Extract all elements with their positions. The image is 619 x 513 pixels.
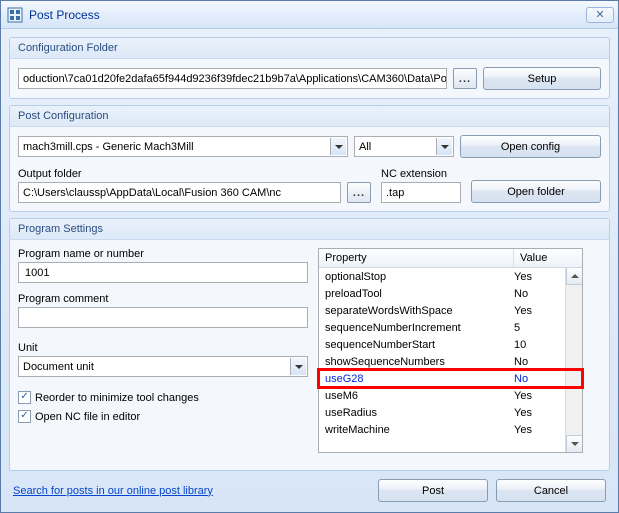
program-name-label: Program name or number: [18, 248, 308, 260]
output-folder-label: Output folder: [18, 168, 371, 180]
column-property[interactable]: Property: [319, 249, 514, 267]
post-config-header: Post Configuration: [10, 106, 609, 127]
table-row[interactable]: useRadiusYes: [319, 404, 582, 421]
table-row[interactable]: useG28No: [319, 370, 582, 387]
titlebar: Post Process ✕: [1, 1, 618, 29]
arrow-up-icon: [571, 274, 579, 278]
table-row[interactable]: preloadToolNo: [319, 285, 582, 302]
table-row[interactable]: sequenceNumberStart10: [319, 336, 582, 353]
table-row[interactable]: sequenceNumberIncrement5: [319, 319, 582, 336]
open-config-button[interactable]: Open config: [460, 135, 601, 158]
cancel-button[interactable]: Cancel: [496, 479, 606, 502]
config-folder-group: Configuration Folder oduction\7ca01d20fe…: [9, 37, 610, 99]
table-row[interactable]: optionalStopYes: [319, 268, 582, 285]
properties-table: Property Value optionalStopYespreloadToo…: [318, 248, 583, 453]
arrow-down-icon: [571, 442, 579, 446]
property-name: sequenceNumberIncrement: [325, 322, 514, 334]
post-library-link[interactable]: Search for posts in our online post libr…: [13, 485, 213, 497]
program-comment-field[interactable]: [18, 307, 308, 328]
checkbox-icon: [18, 391, 31, 404]
chevron-down-icon: [295, 365, 303, 369]
open-nc-label: Open NC file in editor: [35, 411, 140, 423]
output-folder-browse-button[interactable]: ...: [347, 182, 371, 203]
close-icon: ✕: [595, 8, 604, 21]
nc-extension-label: NC extension: [381, 168, 461, 180]
property-name: preloadTool: [325, 288, 514, 300]
config-folder-path[interactable]: oduction\7ca01d20fe2dafa65f944d9236f39fd…: [18, 68, 447, 89]
program-name-field[interactable]: 1001: [18, 262, 308, 283]
property-name: separateWordsWithSpace: [325, 305, 514, 317]
property-name: showSequenceNumbers: [325, 356, 514, 368]
scroll-up-button[interactable]: [566, 268, 582, 285]
footer: Search for posts in our online post libr…: [9, 477, 610, 502]
nc-extension-field[interactable]: .tap: [381, 182, 461, 203]
setup-button[interactable]: Setup: [483, 67, 601, 90]
open-nc-checkbox-row[interactable]: Open NC file in editor: [18, 410, 308, 423]
property-name: optionalStop: [325, 271, 514, 283]
ellipsis-icon: ...: [459, 73, 471, 85]
unit-label: Unit: [18, 342, 308, 354]
post-select[interactable]: mach3mill.cps - Generic Mach3Mill: [18, 136, 348, 157]
filter-select[interactable]: All: [354, 136, 454, 157]
table-row[interactable]: writeMachineYes: [319, 421, 582, 438]
property-name: useRadius: [325, 407, 514, 419]
property-name: writeMachine: [325, 424, 514, 436]
property-name: useG28: [325, 373, 514, 385]
checkbox-icon: [18, 410, 31, 423]
ellipsis-icon: ...: [353, 187, 365, 199]
program-settings-header: Program Settings: [10, 219, 609, 240]
reorder-label: Reorder to minimize tool changes: [35, 392, 199, 404]
property-name: sequenceNumberStart: [325, 339, 514, 351]
reorder-checkbox-row[interactable]: Reorder to minimize tool changes: [18, 391, 308, 404]
table-row[interactable]: separateWordsWithSpaceYes: [319, 302, 582, 319]
window-title: Post Process: [29, 8, 586, 22]
properties-table-header: Property Value: [319, 249, 582, 268]
config-folder-browse-button[interactable]: ...: [453, 68, 477, 89]
post-config-group: Post Configuration mach3mill.cps - Gener…: [9, 105, 610, 212]
chevron-down-icon: [441, 145, 449, 149]
properties-table-body[interactable]: optionalStopYespreloadToolNoseparateWord…: [319, 268, 582, 452]
content-area: Configuration Folder oduction\7ca01d20fe…: [1, 29, 618, 512]
unit-select[interactable]: Document unit: [18, 356, 308, 377]
property-name: useM6: [325, 390, 514, 402]
program-comment-label: Program comment: [18, 293, 308, 305]
chevron-down-icon: [335, 145, 343, 149]
table-row[interactable]: useM6Yes: [319, 387, 582, 404]
open-folder-button[interactable]: Open folder: [471, 180, 601, 203]
table-row[interactable]: showSequenceNumbersNo: [319, 353, 582, 370]
column-value[interactable]: Value: [514, 249, 582, 267]
close-button[interactable]: ✕: [586, 7, 614, 23]
post-button[interactable]: Post: [378, 479, 488, 502]
program-settings-group: Program Settings Program name or number …: [9, 218, 610, 471]
app-icon: [7, 7, 23, 23]
config-folder-header: Configuration Folder: [10, 38, 609, 59]
scrollbar[interactable]: [565, 268, 582, 452]
post-process-window: Post Process ✕ Configuration Folder oduc…: [0, 0, 619, 513]
output-folder-field[interactable]: C:\Users\claussp\AppData\Local\Fusion 36…: [18, 182, 341, 203]
scroll-down-button[interactable]: [566, 435, 582, 452]
